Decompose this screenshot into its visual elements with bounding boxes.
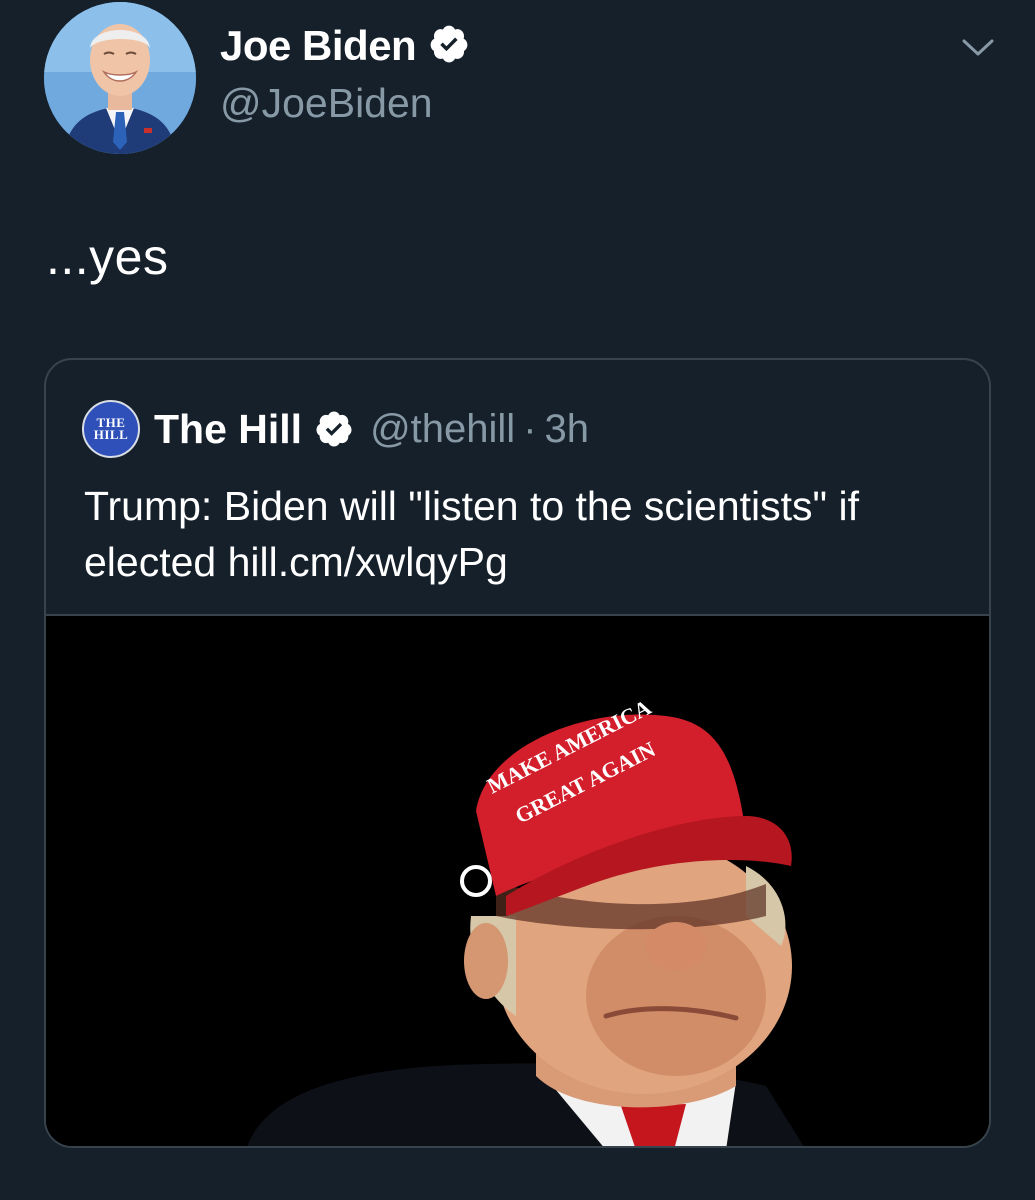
the-hill-logo[interactable]: THE HILL bbox=[82, 400, 140, 458]
quoted-tweet-time[interactable]: 3h bbox=[545, 407, 590, 452]
author-name[interactable]: Joe Biden bbox=[220, 22, 417, 70]
media-photo: MAKE AMERICA GREAT AGAIN bbox=[46, 616, 989, 1146]
author-name-row[interactable]: Joe Biden bbox=[220, 22, 470, 70]
chevron-down-icon[interactable] bbox=[958, 28, 998, 68]
quoted-tweet-header: THE HILL The Hill @thehill · 3h bbox=[82, 400, 589, 458]
quoted-author-handle[interactable]: @thehill bbox=[370, 407, 515, 452]
tweet-text: ...yes bbox=[46, 229, 169, 285]
author-avatar-image bbox=[44, 2, 196, 154]
verified-badge-icon bbox=[428, 23, 470, 70]
author-handle[interactable]: @JoeBiden bbox=[220, 80, 433, 127]
quoted-tweet-media[interactable]: MAKE AMERICA GREAT AGAIN bbox=[46, 616, 989, 1146]
verified-badge-icon bbox=[314, 409, 354, 449]
quoted-tweet-card[interactable]: THE HILL The Hill @thehill · 3h Trump: B… bbox=[44, 358, 991, 1148]
quoted-tweet-text[interactable]: Trump: Biden will "listen to the scienti… bbox=[84, 478, 964, 590]
tweet-detail: Joe Biden @JoeBiden ...yes THE HILL The … bbox=[0, 0, 1035, 1200]
logo-line: HILL bbox=[93, 427, 129, 442]
author-avatar[interactable] bbox=[44, 2, 196, 154]
meta-separator: · bbox=[523, 406, 537, 451]
quoted-author-name[interactable]: The Hill bbox=[154, 406, 302, 453]
